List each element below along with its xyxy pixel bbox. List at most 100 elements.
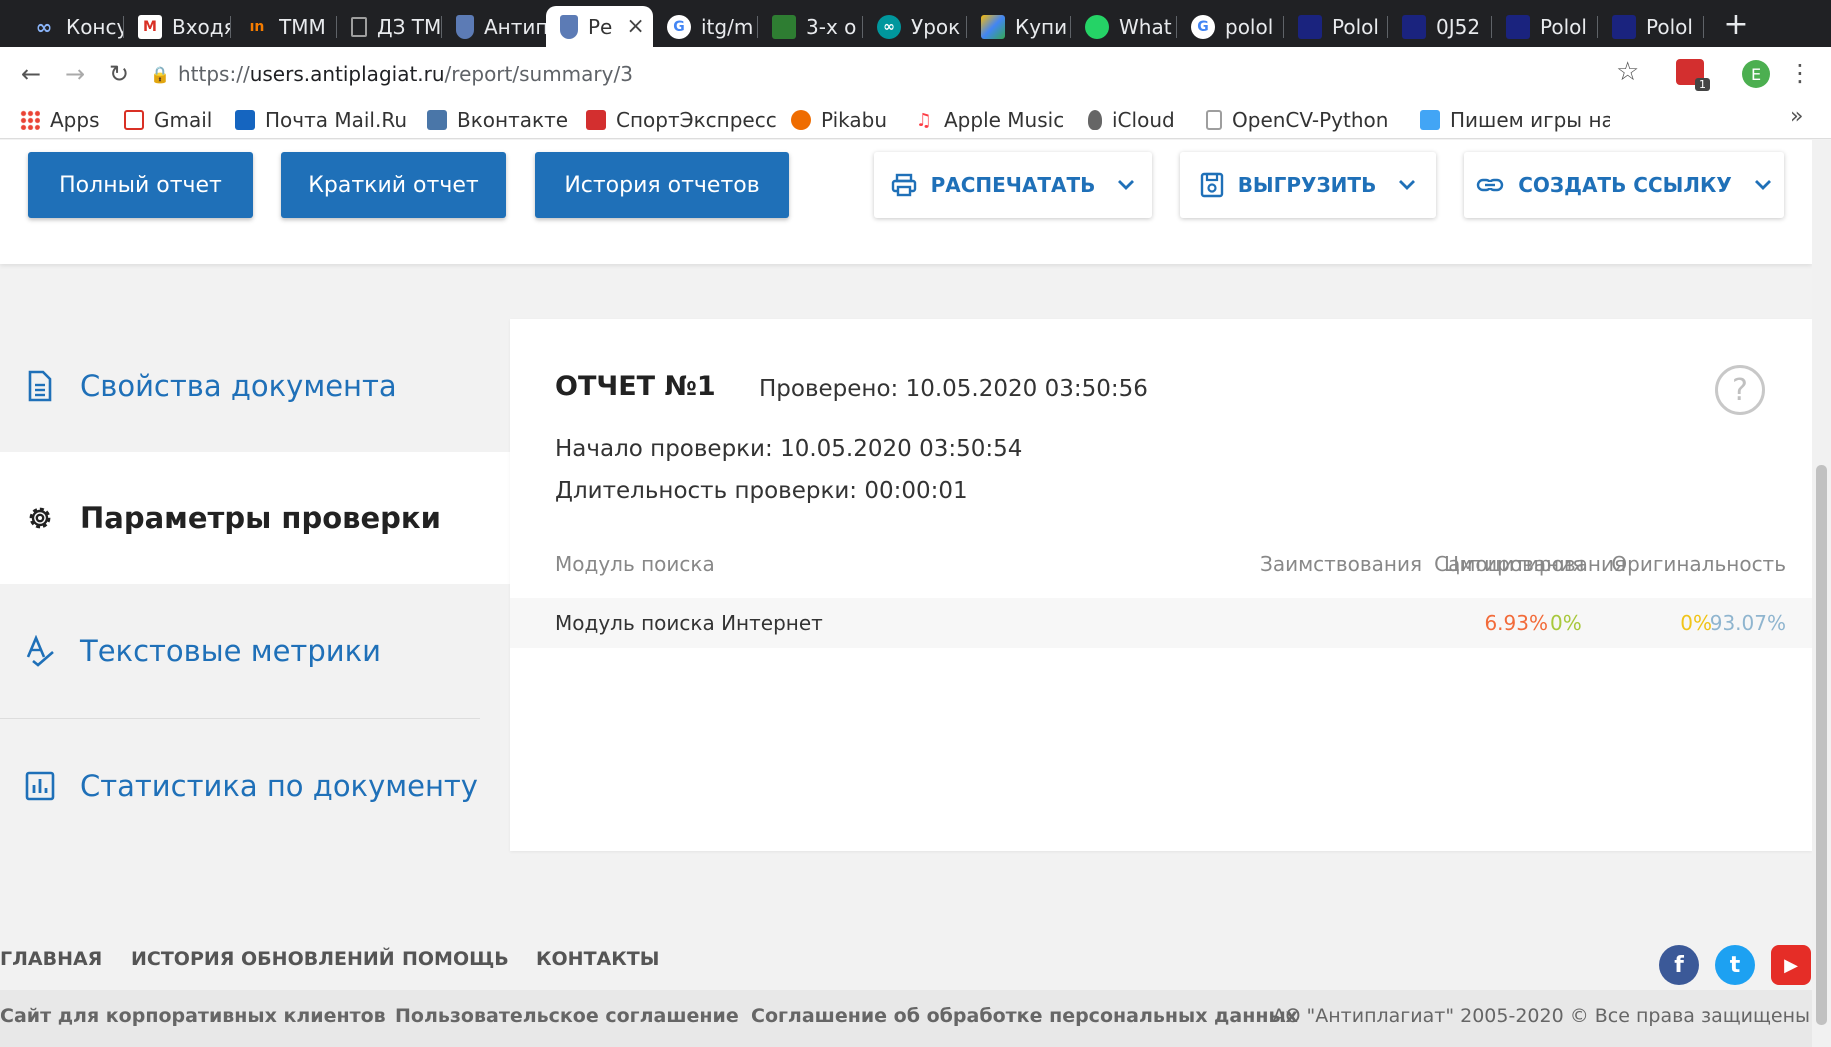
scrollbar-thumb[interactable] <box>1816 465 1827 1025</box>
export-label: ВЫГРУЗИТЬ <box>1237 173 1377 197</box>
bookmark-sport-express[interactable]: СпортЭкспресс <box>586 105 777 135</box>
footer-link-home[interactable]: ГЛАВНАЯ <box>0 948 102 970</box>
create-link-button[interactable]: СОЗДАТЬ ССЫЛКУ <box>1464 152 1784 218</box>
bookmark-label: Gmail <box>154 108 213 132</box>
bookmark-label: Пишем игры на <box>1450 108 1610 132</box>
sidebar-item-label: Статистика по документу <box>80 769 478 803</box>
footer-link-contacts[interactable]: КОНТАКТЫ <box>536 948 659 970</box>
tab-label: Polol <box>1646 14 1693 39</box>
pikabu-icon <box>791 110 811 130</box>
browser-tab[interactable]: G polol <box>1177 6 1284 47</box>
bookmarks-overflow-icon[interactable]: » <box>1790 104 1803 129</box>
tab-favicon-icon <box>1506 14 1530 39</box>
twitter-icon[interactable]: t <box>1715 945 1755 985</box>
footer-link-user-agreement[interactable]: Пользовательское соглашение <box>395 1005 739 1027</box>
extension-badge: 1 <box>1695 78 1710 91</box>
footer-link-corporate[interactable]: Сайт для корпоративных клиентов <box>0 1005 386 1027</box>
facebook-icon[interactable]: f <box>1659 945 1699 985</box>
apps-grid-icon <box>20 110 40 130</box>
new-tab-button[interactable]: + <box>1716 6 1756 42</box>
bookmark-apps[interactable]: Apps <box>20 105 100 135</box>
sidebar-item-document-properties[interactable]: Свойства документа <box>0 320 510 452</box>
reload-icon[interactable]: ↻ <box>102 57 136 91</box>
tab-label: Входя <box>172 14 231 39</box>
tab-favicon-icon <box>1612 14 1636 39</box>
create-link-label: СОЗДАТЬ ССЫЛКУ <box>1518 173 1732 197</box>
tab-label: Консу <box>66 14 124 39</box>
browser-tab[interactable]: ∞ Урок <box>863 6 967 47</box>
short-report-button[interactable]: Краткий отчет <box>281 152 506 218</box>
copyright: АО "Антиплагиат" 2005-2020 © Все права з… <box>1272 1005 1810 1027</box>
report-panel: ОТЧЕТ №1 Проверено: 10.05.2020 03:50:56 … <box>510 319 1812 851</box>
bookmark-label: Почта Mail.Ru <box>265 108 408 132</box>
bookmark-mailru[interactable]: Почта Mail.Ru <box>235 105 407 135</box>
footer-link-help[interactable]: ПОМОЩЬ <box>402 948 509 970</box>
sidebar-item-text-metrics[interactable]: Текстовые метрики <box>0 585 510 717</box>
shield-favicon-icon <box>456 14 474 39</box>
browser-tab-active[interactable]: Ре × <box>546 6 653 47</box>
gear-icon <box>0 503 80 533</box>
help-icon[interactable]: ? <box>1715 365 1765 415</box>
browser-tab[interactable]: G itg/m <box>653 6 758 47</box>
bookmark-apple-music[interactable]: ♫ Apple Music <box>914 105 1064 135</box>
browser-tab[interactable]: Купи <box>967 6 1071 47</box>
footer-bottom: Сайт для корпоративных клиентов Пользова… <box>0 990 1812 1047</box>
browser-tab[interactable]: ∞ Консу <box>18 6 124 47</box>
bookmark-gmail[interactable]: Gmail <box>124 105 212 135</box>
browser-tab[interactable]: What <box>1071 6 1177 47</box>
footer-link-updates[interactable]: ИСТОРИЯ ОБНОВЛЕНИЙ <box>131 948 395 970</box>
page-scrollbar[interactable] <box>1812 140 1831 1047</box>
browser-tab[interactable]: Антип <box>442 6 546 47</box>
export-button[interactable]: ВЫГРУЗИТЬ <box>1180 152 1436 218</box>
browser-tab[interactable]: Polol <box>1598 6 1704 47</box>
bookmark-games[interactable]: Пишем игры на <box>1420 105 1610 135</box>
footer-link-personal-data[interactable]: Соглашение об обработке персональных дан… <box>751 1005 1298 1027</box>
back-icon[interactable]: ← <box>14 57 48 91</box>
bookmark-icloud[interactable]: iCloud <box>1088 105 1175 135</box>
bookmark-pikabu[interactable]: Pikabu <box>791 105 887 135</box>
browser-tab[interactable]: 3-х о <box>758 6 863 47</box>
check-duration: Длительность проверки: 00:00:01 <box>555 478 968 504</box>
tab-label: itg/m <box>701 14 754 39</box>
browser-tab[interactable]: Polol <box>1492 6 1598 47</box>
tab-label: 3-х о <box>806 14 857 39</box>
document-icon <box>0 370 80 402</box>
profile-avatar[interactable]: E <box>1742 60 1770 88</box>
bookmark-vk[interactable]: Вконтакте <box>427 105 568 135</box>
sidebar-item-document-statistics[interactable]: Статистика по документу <box>0 720 510 852</box>
chevron-down-icon <box>1398 179 1416 191</box>
menu-icon[interactable]: ⋮ <box>1788 59 1812 87</box>
forward-icon[interactable]: → <box>58 57 92 91</box>
url-host: users.antiplagiat.ru <box>249 62 445 86</box>
bookmarks-bar: Apps Gmail Почта Mail.Ru Вконтакте Спорт… <box>0 101 1831 139</box>
sidebar-item-check-parameters[interactable]: Параметры проверки <box>0 452 510 584</box>
bookmark-opencv[interactable]: OpenCV-Python <box>1206 105 1391 135</box>
print-button[interactable]: РАСПЕЧАТАТЬ <box>874 152 1152 218</box>
browser-tab[interactable]: ın TMM <box>231 6 337 47</box>
gmail-icon <box>124 110 144 130</box>
tab-favicon-icon: ∞ <box>35 14 53 39</box>
tab-favicon-icon <box>1298 14 1322 39</box>
text-metrics-icon <box>0 635 80 667</box>
address-bar[interactable]: 🔒 https://users.antiplagiat.ru/report/su… <box>150 54 1650 94</box>
bookmark-star-icon[interactable]: ☆ <box>1616 57 1639 87</box>
tab-label: Polol <box>1540 14 1587 39</box>
google-favicon-icon: G <box>667 14 691 39</box>
sidebar-divider <box>0 718 480 719</box>
browser-tab[interactable]: Polol <box>1284 6 1388 47</box>
report-history-button[interactable]: История отчетов <box>535 152 789 218</box>
checked-timestamp: Проверено: 10.05.2020 03:50:56 <box>759 376 1148 402</box>
tab-label: Антип <box>484 14 546 39</box>
extension-icon[interactable]: 1 <box>1676 59 1710 91</box>
youtube-icon[interactable]: ▶ <box>1771 945 1811 985</box>
browser-tab[interactable]: 0J52 <box>1388 6 1492 47</box>
browser-tab[interactable]: M Входя <box>124 6 231 47</box>
full-report-button[interactable]: Полный отчет <box>28 152 253 218</box>
chevron-down-icon <box>1754 179 1772 191</box>
document-icon <box>1206 110 1222 130</box>
close-tab-icon[interactable]: × <box>626 14 644 39</box>
browser-tab[interactable]: ДЗ ТМ <box>337 6 442 47</box>
bookmark-label: OpenCV-Python <box>1232 108 1389 132</box>
report-action-bar: Полный отчет Краткий отчет История отчет… <box>0 140 1812 264</box>
save-file-icon <box>1200 172 1224 198</box>
